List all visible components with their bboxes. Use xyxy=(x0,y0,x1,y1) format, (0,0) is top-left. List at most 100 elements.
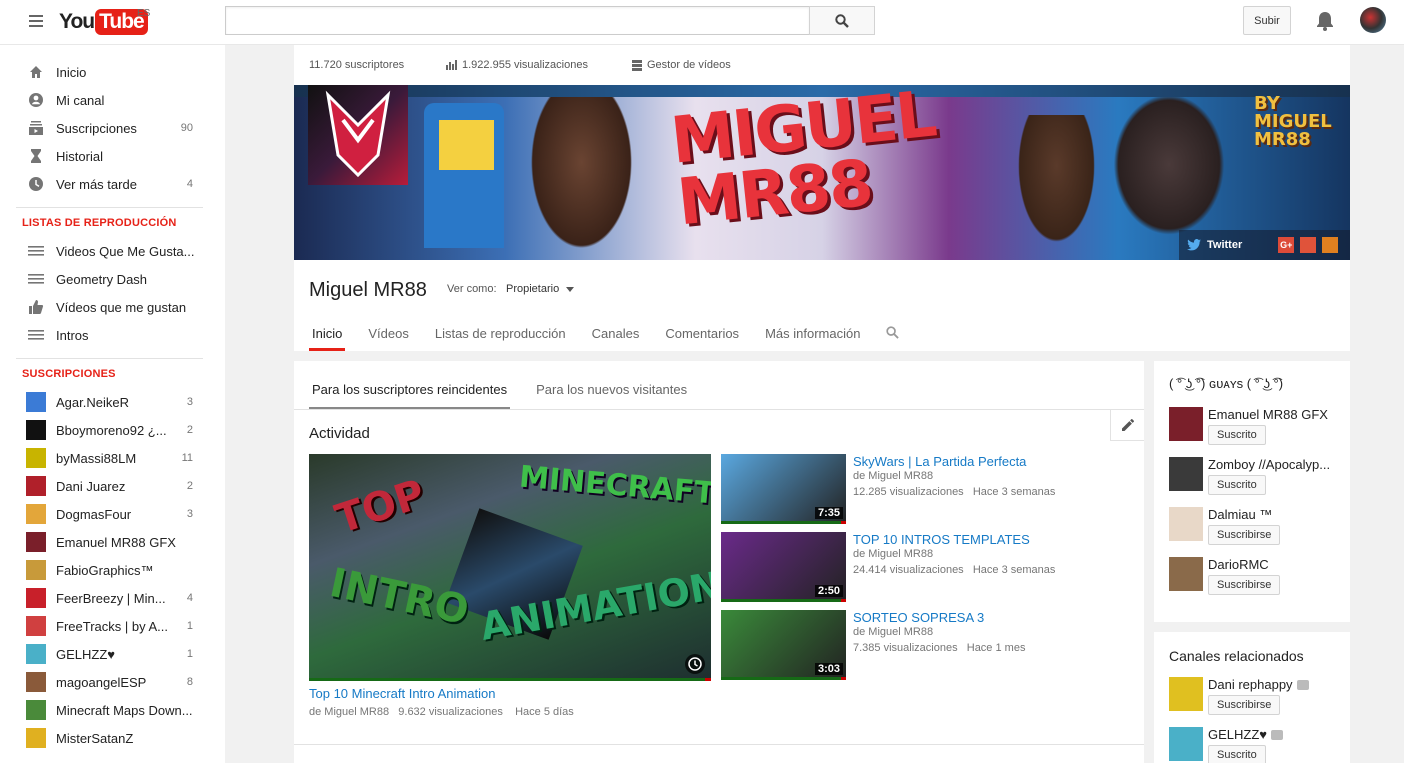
sidebar-subscription-item[interactable]: Minecraft Maps Down... xyxy=(0,696,225,724)
sidebar-subscription-item[interactable]: Bboymoreno92 ¿... 2 xyxy=(0,416,225,444)
social-link-icon[interactable] xyxy=(1300,237,1317,253)
subscribe-button[interactable]: Suscrito xyxy=(1208,745,1266,763)
channel-name: Zomboy //Apocalyp... xyxy=(1208,457,1331,472)
search-icon xyxy=(835,13,849,28)
youtube-logo[interactable]: You Tube xyxy=(59,9,148,35)
sidebar-item-label: FreeTracks | by A... xyxy=(56,618,168,634)
video-title[interactable]: SORTEO SOPRESA 3 xyxy=(853,610,984,625)
channel-name-link[interactable]: Dalmiau ™ xyxy=(1208,507,1272,522)
video-thumbnail[interactable]: 7:35 xyxy=(721,454,846,524)
sidebar-subscription-item[interactable]: DogmasFour 3 xyxy=(0,500,225,528)
channel-avatar[interactable] xyxy=(1169,557,1203,591)
subscribe-button[interactable]: Suscrito xyxy=(1208,475,1266,495)
channel-avatar xyxy=(26,588,46,608)
view-as-dropdown[interactable]: Propietario xyxy=(506,283,575,295)
channel-name-link[interactable]: GELHZZ♥ xyxy=(1208,727,1284,742)
tab-home[interactable]: Inicio xyxy=(309,326,346,351)
channel-avatar xyxy=(26,448,46,468)
tab-playlists[interactable]: Listas de reproducción xyxy=(435,326,566,351)
twitter-icon[interactable] xyxy=(1187,239,1201,251)
channel-avatar xyxy=(26,392,46,412)
sidebar-subscription-item[interactable]: magoangelESP 8 xyxy=(0,668,225,696)
subscribe-button[interactable]: Suscribirse xyxy=(1208,525,1281,545)
video-item[interactable]: 7:35 SkyWars | La Partida Perfecta de Migu… xyxy=(721,454,1141,524)
sidebar-item-history[interactable]: Historial xyxy=(0,142,225,170)
video-title[interactable]: TOP 10 INTROS TEMPLATES xyxy=(853,532,1030,547)
featured-channels-title[interactable]: ( ͡° ͜ʖ ͡°) ɢᴜᴀʏs ( ͡° ͜ʖ ͡°) xyxy=(1169,376,1283,391)
sidebar-item-label: Ver más tarde xyxy=(56,176,137,192)
edit-button[interactable] xyxy=(1110,409,1144,441)
sidebar-playlist-item[interactable]: Geometry Dash xyxy=(0,265,225,293)
tab-channels[interactable]: Canales xyxy=(592,326,640,351)
watch-later-icon[interactable] xyxy=(685,654,705,674)
sidebar-subscription-item[interactable]: FreeTracks | by A... 1 xyxy=(0,612,225,640)
video-thumbnail[interactable]: 3:03 xyxy=(721,610,846,680)
google-plus-icon[interactable]: G+ xyxy=(1278,237,1295,253)
video-author[interactable]: de Miguel MR88 xyxy=(853,470,933,482)
sidebar-subscription-item[interactable]: Agar.NeikeR 3 xyxy=(0,388,225,416)
video-duration: 3:03 xyxy=(814,663,843,675)
social-link-icon[interactable] xyxy=(1322,237,1339,253)
video-item[interactable]: 3:03 SORTEO SOPRESA 3 de Miguel MR88 7.385 … xyxy=(721,610,1141,680)
sidebar-playlist-item[interactable]: Vídeos que me gustan xyxy=(0,293,225,321)
tab-comments[interactable]: Comentarios xyxy=(665,326,739,351)
sidebar-playlist-item[interactable]: Videos Que Me Gusta... xyxy=(0,237,225,265)
sidebar-subscription-item[interactable]: FeerBreezy | Min... 4 xyxy=(0,584,225,612)
video-author[interactable]: de Miguel MR88 xyxy=(309,706,389,718)
video-item[interactable]: 2:50 TOP 10 INTROS TEMPLATES de Miguel MR8… xyxy=(721,532,1141,602)
account-avatar[interactable] xyxy=(1360,7,1386,33)
view-count[interactable]: 1.922.955 visualizaciones xyxy=(446,59,588,71)
sidebar-subscription-item[interactable]: byMassi88LM 11 xyxy=(0,444,225,472)
video-title[interactable]: SkyWars | La Partida Perfecta xyxy=(853,454,1026,469)
sidebar-item-subscriptions[interactable]: Suscripciones 90 xyxy=(0,114,225,142)
sidebar-playlist-item[interactable]: Intros xyxy=(0,321,225,349)
video-thumbnail[interactable]: 2:50 xyxy=(721,532,846,602)
sidebar-subscription-item[interactable]: MisterSatanZ xyxy=(0,724,225,752)
sidebar-subscription-item[interactable]: GELHZZ♥ 1 xyxy=(0,640,225,668)
sidebar-subscription-item[interactable]: FabioGraphics™ xyxy=(0,556,225,584)
sidebar-item-home[interactable]: Inicio xyxy=(0,58,225,86)
channel-name[interactable]: Miguel MR88 xyxy=(309,279,427,302)
bell-icon[interactable] xyxy=(1316,10,1334,35)
upload-button[interactable]: Subir xyxy=(1243,6,1291,35)
raccoon-figure xyxy=(1104,97,1234,247)
video-author[interactable]: de Miguel MR88 xyxy=(853,548,933,560)
sidebar-item-watch-later[interactable]: Ver más tarde 4 xyxy=(0,170,225,198)
channel-search-icon[interactable] xyxy=(886,326,900,351)
channel-avatar[interactable] xyxy=(1169,507,1203,541)
channel-name-link[interactable]: Zomboy //Apocalyp... xyxy=(1208,457,1330,472)
channel-avatar xyxy=(26,420,46,440)
search-button[interactable] xyxy=(809,6,875,35)
subscribe-button[interactable]: Suscrito xyxy=(1208,425,1266,445)
channel-name-link[interactable]: DarioRMC xyxy=(1208,557,1269,572)
sidebar-subscription-item[interactable]: Emanuel MR88 GFX xyxy=(0,528,225,556)
channel-item: Emanuel MR88 GFX Suscrito xyxy=(1169,407,1344,452)
channel-name-link[interactable]: Emanuel MR88 GFX xyxy=(1208,407,1328,422)
subscriptions-heading[interactable]: SUSCRIPCIONES xyxy=(22,368,116,380)
tab-about[interactable]: Más información xyxy=(765,326,860,351)
tab-returning-subscribers[interactable]: Para los suscriptores reincidentes xyxy=(309,361,511,409)
channel-avatar[interactable] xyxy=(1169,407,1203,441)
video-author[interactable]: de Miguel MR88 xyxy=(853,626,933,638)
subscribe-button[interactable]: Suscribirse xyxy=(1208,575,1281,595)
video-manager-link[interactable]: Gestor de vídeos xyxy=(632,59,731,71)
channel-avatar[interactable] xyxy=(1169,727,1203,761)
playlists-heading[interactable]: LISTAS DE REPRODUCCIÓN xyxy=(22,217,177,229)
featured-video-thumbnail[interactable]: TOP MINECRAFT INTRO ANIMATION xyxy=(309,454,711,680)
sidebar-item-label: Videos Que Me Gusta... xyxy=(56,243,195,259)
channel-avatar[interactable] xyxy=(1169,677,1203,711)
menu-icon[interactable] xyxy=(29,15,43,27)
search-input[interactable] xyxy=(225,6,810,35)
channel-item: Dani rephappy Suscribirse xyxy=(1169,677,1344,722)
verified-icon xyxy=(1271,729,1284,740)
sidebar-item-my-channel[interactable]: Mi canal xyxy=(0,86,225,114)
person-photo xyxy=(1009,115,1104,260)
channel-avatar[interactable] xyxy=(1169,457,1203,491)
tab-new-visitors[interactable]: Para los nuevos visitantes xyxy=(533,361,690,409)
channel-name-link[interactable]: Dani rephappy xyxy=(1208,677,1309,692)
subscribe-button[interactable]: Suscribirse xyxy=(1208,695,1281,715)
twitter-link[interactable]: Twitter xyxy=(1207,239,1242,251)
tab-videos[interactable]: Vídeos xyxy=(368,326,408,351)
sidebar-subscription-item[interactable]: Dani Juarez 2 xyxy=(0,472,225,500)
featured-video-title[interactable]: Top 10 Minecraft Intro Animation xyxy=(309,686,495,701)
